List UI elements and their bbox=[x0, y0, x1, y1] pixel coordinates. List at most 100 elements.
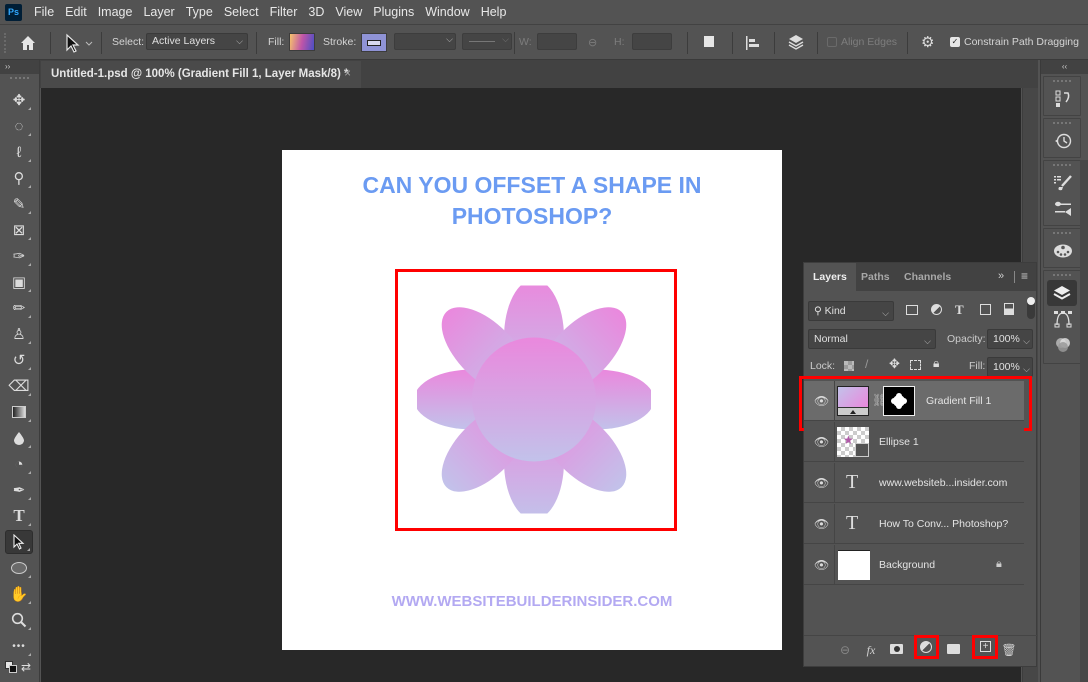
menu-plugins[interactable]: Plugins bbox=[373, 5, 414, 19]
filter-adjustment-icon[interactable] bbox=[931, 304, 942, 315]
edit-toolbar-button[interactable]: ••• bbox=[5, 634, 33, 658]
toolbar-grip[interactable] bbox=[10, 77, 29, 85]
lasso-tool[interactable]: ℓ bbox=[5, 140, 33, 164]
zoom-tool[interactable] bbox=[5, 608, 33, 632]
adjustments-panel-button[interactable] bbox=[1044, 196, 1082, 222]
menu-3d[interactable]: 3D bbox=[308, 5, 324, 19]
history-brush-tool[interactable]: ↺ bbox=[5, 348, 33, 372]
opacity-field[interactable]: 100% ⌵ bbox=[987, 329, 1033, 349]
stroke-width-field[interactable]: ⌵ bbox=[394, 33, 456, 50]
eraser-tool[interactable]: ⌫ bbox=[5, 374, 33, 398]
tab-paths[interactable]: Paths bbox=[852, 263, 899, 291]
clone-stamp-tool[interactable]: ♙ bbox=[5, 322, 33, 346]
elliptical-marquee-tool[interactable]: ◌ bbox=[5, 114, 33, 138]
menu-file[interactable]: File bbox=[34, 5, 54, 19]
menu-layer[interactable]: Layer bbox=[143, 5, 174, 19]
path-operations-button[interactable] bbox=[704, 36, 714, 47]
brush-settings-panel-button[interactable] bbox=[1044, 170, 1082, 196]
link-dimensions-icon[interactable]: ⊖ bbox=[588, 36, 597, 49]
new-group-folder-icon[interactable] bbox=[947, 644, 960, 654]
quick-selection-tool[interactable]: ⚲ bbox=[5, 166, 33, 190]
menu-view[interactable]: View bbox=[335, 5, 362, 19]
toolbar-collapse-button[interactable]: ›› bbox=[0, 60, 39, 74]
filter-pixel-icon[interactable] bbox=[906, 305, 918, 315]
path-alignment-button[interactable] bbox=[745, 35, 761, 51]
panel-menu-icon[interactable]: ≡ bbox=[1021, 269, 1028, 283]
options-bar-grip[interactable] bbox=[4, 33, 7, 53]
visibility-eye-icon[interactable]: 👁︎ bbox=[814, 558, 829, 572]
expand-panels-icon[interactable]: » bbox=[998, 270, 1004, 282]
add-mask-icon[interactable] bbox=[890, 644, 903, 654]
width-field[interactable] bbox=[537, 33, 577, 50]
dock-collapse-button[interactable]: ‹‹ bbox=[1041, 60, 1088, 74]
lock-transparent-pixels-icon[interactable] bbox=[844, 361, 854, 371]
link-layers-icon[interactable]: ⊖ bbox=[836, 642, 854, 658]
ellipse-tool[interactable] bbox=[5, 556, 33, 580]
layer-row-ellipse-1[interactable]: 👁︎ ★ Ellipse 1 bbox=[804, 422, 1024, 462]
hand-tool[interactable]: ✋ bbox=[5, 582, 33, 606]
ellipse-thumbnail[interactable]: ★ bbox=[837, 427, 869, 457]
menu-image[interactable]: Image bbox=[98, 5, 133, 19]
brush-tool[interactable]: ✏ bbox=[5, 296, 33, 320]
fill-opacity-field[interactable]: 100% ⌵ bbox=[987, 357, 1033, 377]
home-button[interactable] bbox=[18, 33, 38, 53]
text-layer-icon[interactable]: T bbox=[846, 512, 858, 535]
filter-smart-object-icon[interactable] bbox=[1004, 303, 1014, 315]
close-icon[interactable]: × bbox=[344, 61, 351, 88]
tab-channels[interactable]: Channels bbox=[895, 263, 960, 291]
filter-type-icon[interactable]: T bbox=[955, 302, 964, 318]
layers-panel-button[interactable] bbox=[1047, 280, 1077, 306]
visibility-eye-icon[interactable]: 👁︎ bbox=[814, 517, 829, 531]
blend-mode-dropdown[interactable]: Normal ⌵ bbox=[808, 329, 936, 349]
history-panel-button[interactable] bbox=[1044, 128, 1082, 154]
gradient-tool[interactable] bbox=[5, 400, 33, 424]
eyedropper-tool[interactable]: ✑ bbox=[5, 244, 33, 268]
crop-tool[interactable]: ✎ bbox=[5, 192, 33, 216]
frame-tool[interactable]: ⊠ bbox=[5, 218, 33, 242]
constrain-path-checkbox[interactable]: ✓ bbox=[950, 37, 960, 47]
pen-tool[interactable]: ✒ bbox=[5, 478, 33, 502]
add-layer-style-icon[interactable]: fx bbox=[862, 642, 880, 658]
gear-icon[interactable]: ⚙ bbox=[921, 33, 934, 51]
visibility-eye-icon[interactable]: 👁︎ bbox=[814, 435, 829, 449]
spot-healing-tool[interactable]: ▣ bbox=[5, 270, 33, 294]
document-tab[interactable]: Untitled-1.psd @ 100% (Gradient Fill 1, … bbox=[41, 61, 361, 88]
stroke-type-dropdown[interactable]: ⌵ bbox=[462, 33, 512, 50]
new-fill-adjustment-layer-button[interactable] bbox=[914, 635, 939, 659]
tab-layers[interactable]: Layers bbox=[804, 263, 856, 291]
background-thumbnail[interactable] bbox=[838, 550, 870, 580]
tool-preset-picker[interactable] bbox=[62, 32, 98, 54]
lock-artboard-icon[interactable] bbox=[910, 360, 921, 370]
swatches-panel-button[interactable] bbox=[1044, 238, 1082, 264]
swap-colors-icon[interactable]: ⇄ bbox=[21, 660, 31, 674]
path-selection-tool[interactable] bbox=[5, 530, 33, 554]
lock-position-icon[interactable]: ✥ bbox=[889, 356, 900, 372]
filter-toggle[interactable] bbox=[1027, 297, 1035, 319]
menu-filter[interactable]: Filter bbox=[270, 5, 298, 19]
layer-row-text-title[interactable]: 👁︎ T How To Conv... Photoshop? bbox=[804, 504, 1024, 544]
move-tool[interactable]: ✥ bbox=[5, 88, 33, 112]
select-dropdown[interactable]: Active Layers ⌵ bbox=[146, 33, 248, 50]
menu-edit[interactable]: Edit bbox=[65, 5, 87, 19]
new-layer-button[interactable]: + bbox=[972, 635, 998, 659]
text-layer-icon[interactable]: T bbox=[846, 471, 858, 494]
paths-panel-button[interactable] bbox=[1044, 306, 1082, 332]
layer-row-text-url[interactable]: 👁︎ T www.websiteb...insider.com bbox=[804, 463, 1024, 503]
stroke-swatch[interactable] bbox=[361, 33, 387, 52]
lock-all-icon[interactable]: 🔒︎ bbox=[933, 356, 939, 371]
align-edges-checkbox[interactable] bbox=[827, 37, 837, 47]
lock-image-pixels-icon[interactable]: / bbox=[865, 357, 868, 371]
document-canvas[interactable]: CAN YOU OFFSET A SHAPE IN PHOTOSHOP? WWW… bbox=[282, 150, 782, 650]
channels-panel-button[interactable] bbox=[1044, 332, 1082, 358]
menu-select[interactable]: Select bbox=[224, 5, 259, 19]
blur-tool[interactable] bbox=[5, 426, 33, 450]
dodge-tool[interactable]: ◔ bbox=[5, 452, 33, 476]
menu-type[interactable]: Type bbox=[186, 5, 213, 19]
fill-swatch[interactable] bbox=[289, 33, 315, 51]
filter-shape-icon[interactable] bbox=[980, 304, 991, 315]
path-arrangement-button[interactable] bbox=[786, 33, 806, 53]
default-colors-icon[interactable] bbox=[5, 661, 17, 673]
menu-help[interactable]: Help bbox=[481, 5, 507, 19]
layer-filter-dropdown[interactable]: ⚲ Kind ⌵ bbox=[808, 301, 894, 321]
history-states-panel-button[interactable] bbox=[1044, 86, 1082, 112]
